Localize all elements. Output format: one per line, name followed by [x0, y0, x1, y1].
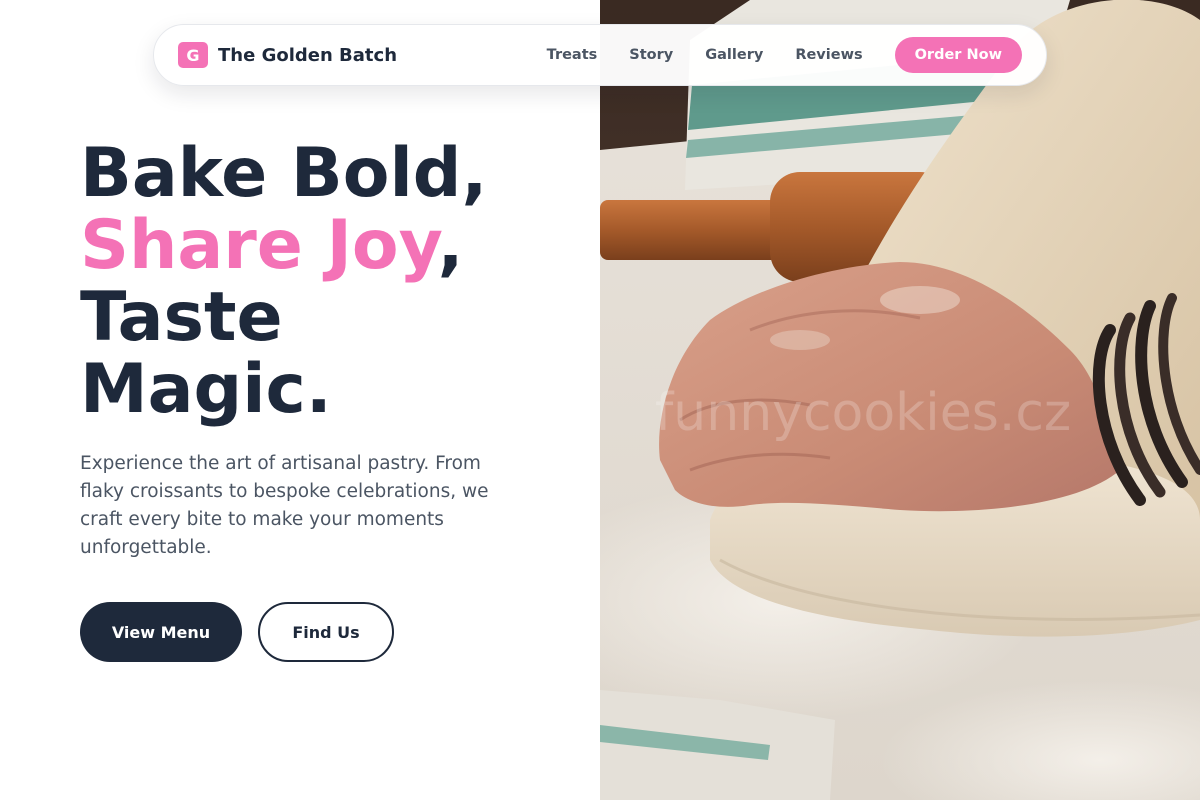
photo-watermark: funnycookies.cz	[655, 383, 1071, 443]
hero-headline: Bake Bold, Share Joy, Taste Magic.	[80, 138, 590, 426]
find-us-button[interactable]: Find Us	[258, 602, 394, 662]
headline-line-1: Bake Bold,	[80, 134, 488, 213]
hero-photo: funnycookies.cz	[600, 0, 1200, 800]
headline-line-2-rest: ,	[437, 206, 464, 285]
headline-line-4: Magic.	[80, 350, 332, 429]
top-navbar: G The Golden Batch Treats Story Gallery …	[153, 24, 1047, 86]
baker-kneading-dough-photo: funnycookies.cz	[600, 0, 1200, 800]
hero-tagline: Experience the art of artisanal pastry. …	[80, 453, 489, 558]
nav-links: Treats Story Gallery Reviews Order Now	[547, 37, 1022, 73]
headline-accent: Share Joy	[80, 206, 438, 285]
nav-link-story[interactable]: Story	[629, 47, 673, 63]
hero-cta-row: View Menu Find Us	[80, 602, 394, 662]
view-menu-button[interactable]: View Menu	[80, 602, 242, 662]
nav-link-reviews[interactable]: Reviews	[795, 47, 862, 63]
nav-link-treats[interactable]: Treats	[547, 47, 598, 63]
order-now-button[interactable]: Order Now	[894, 37, 1022, 73]
headline-line-3: Taste	[80, 278, 283, 357]
brand-logo-icon: G	[178, 42, 208, 68]
brand[interactable]: G The Golden Batch	[178, 42, 397, 68]
headline-line-2: Share Joy,	[80, 210, 590, 282]
brand-name: The Golden Batch	[218, 44, 398, 66]
landing-page: funnycookies.cz G The Golden Batch Treat…	[0, 0, 1200, 800]
nav-link-gallery[interactable]: Gallery	[705, 47, 763, 63]
